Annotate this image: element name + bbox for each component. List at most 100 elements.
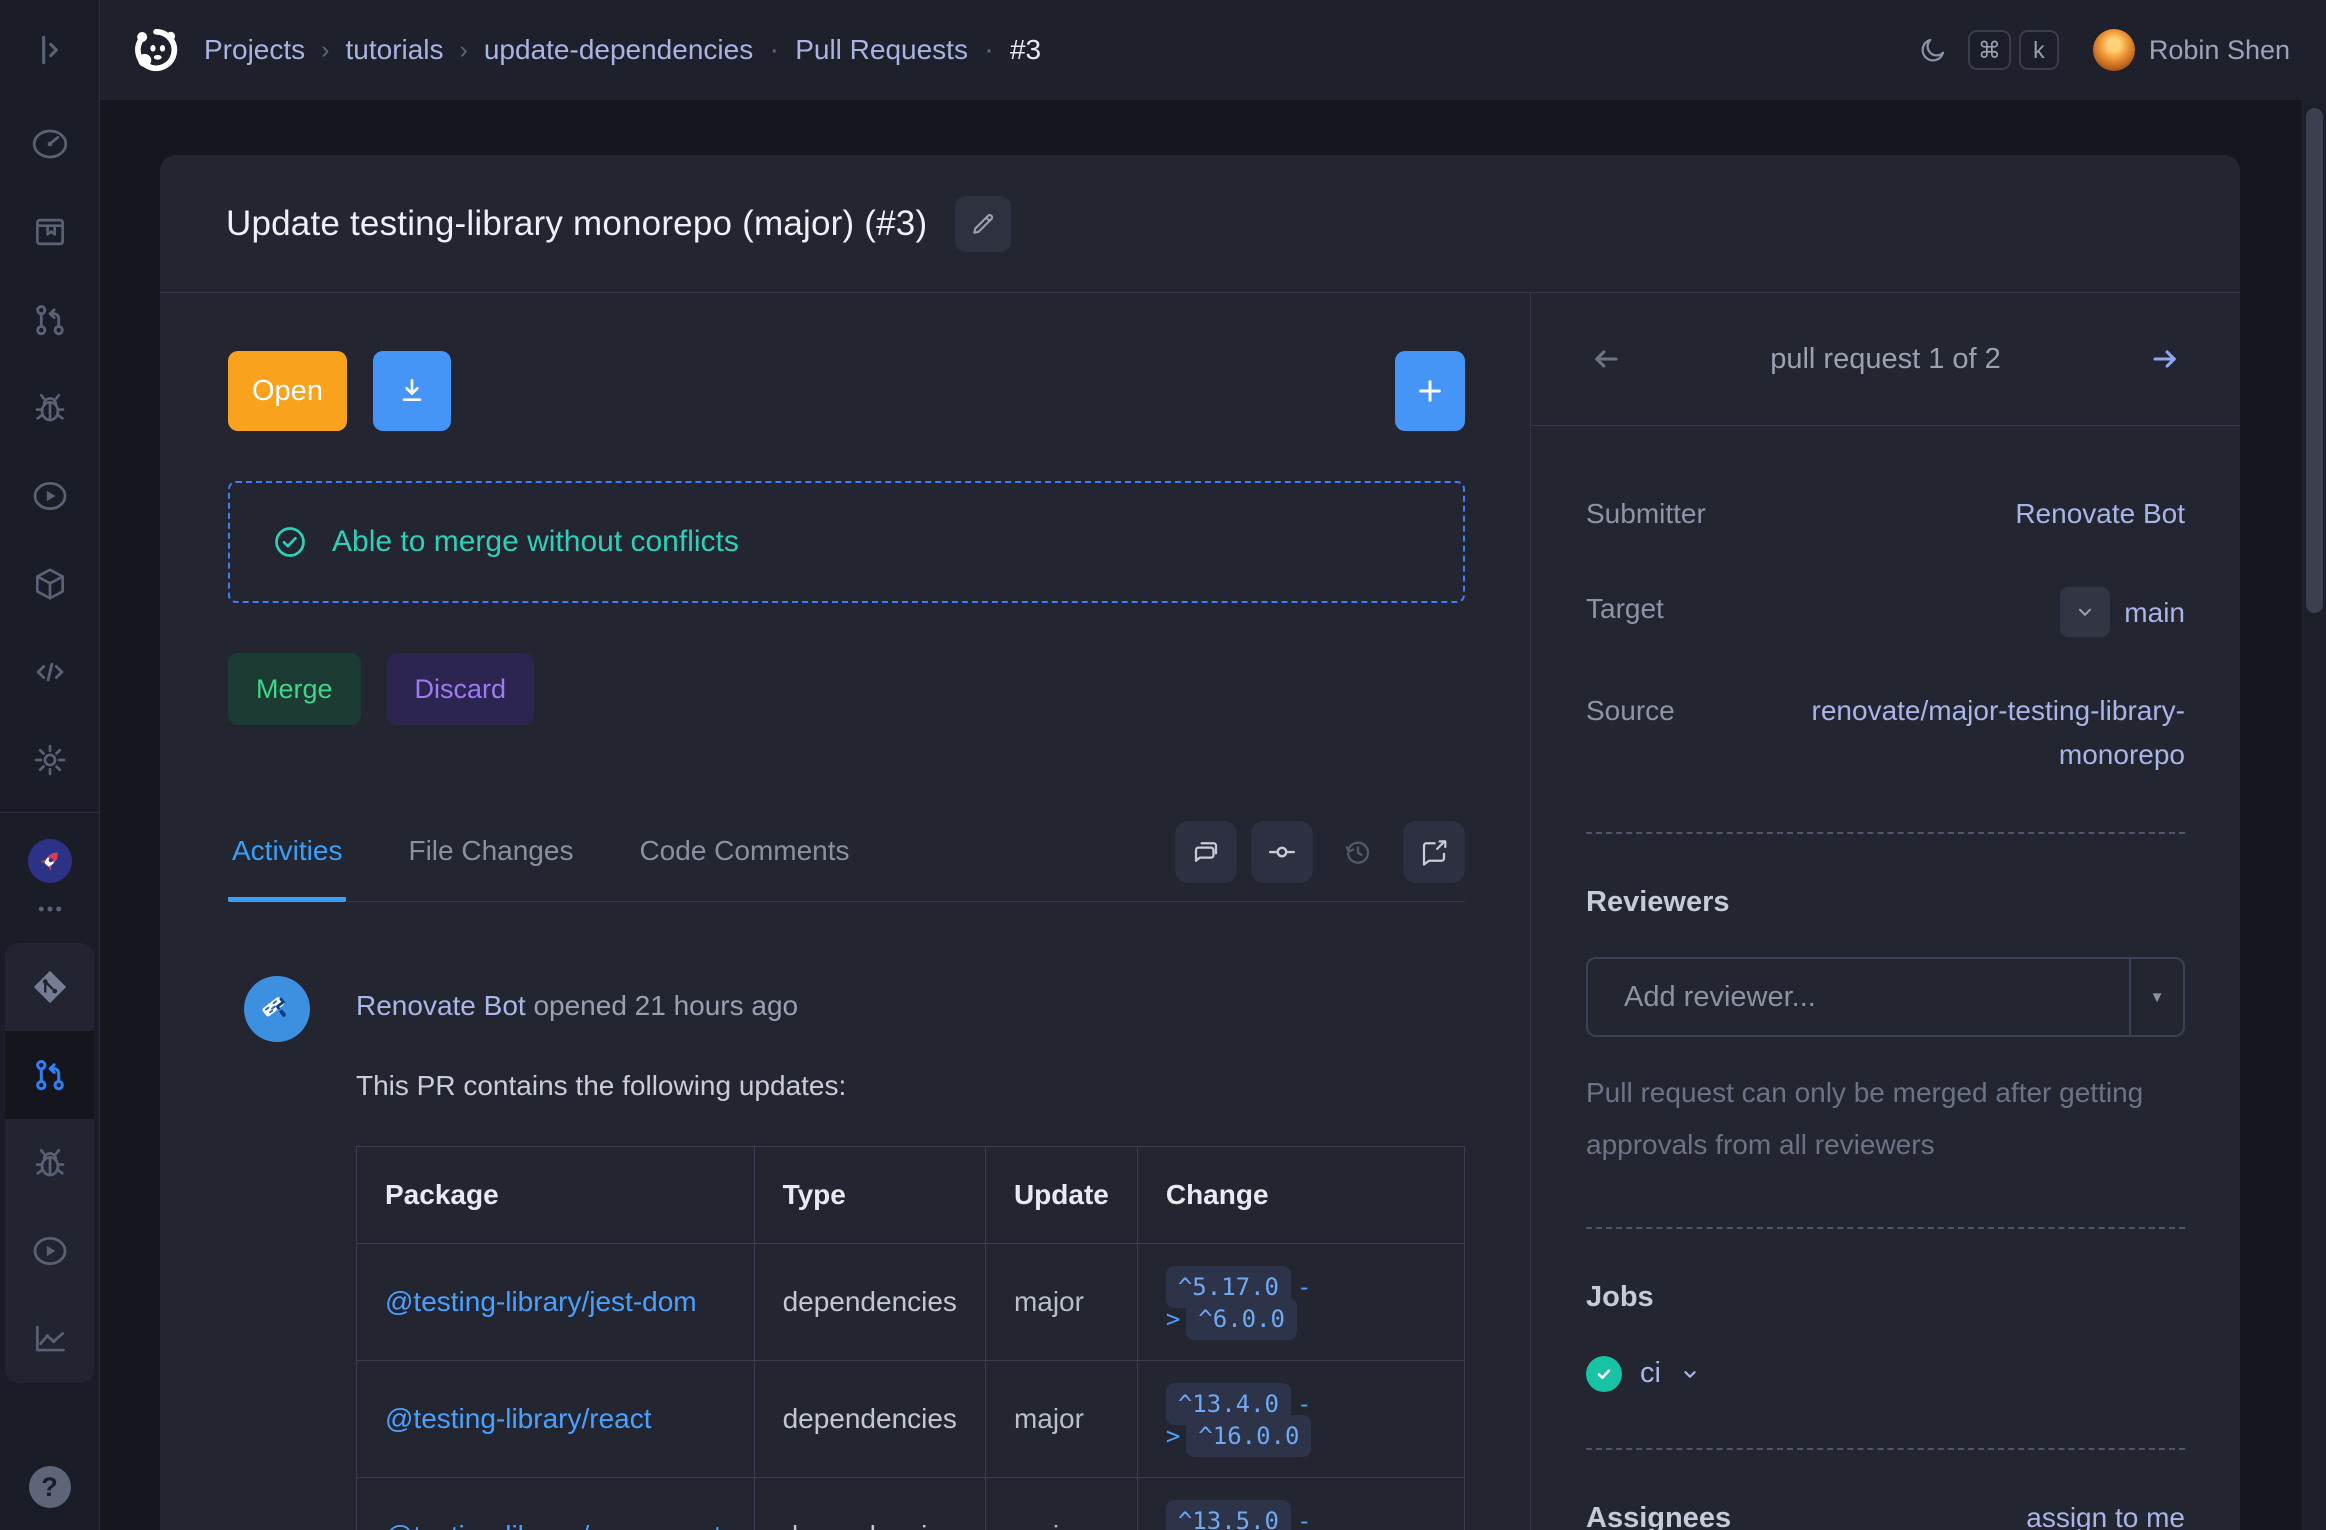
target-branch-dropdown-button[interactable] bbox=[2060, 587, 2110, 637]
project-more-button[interactable] bbox=[0, 889, 100, 929]
sidebar-item-project-pull-requests[interactable] bbox=[5, 1031, 94, 1119]
theme-toggle-button[interactable] bbox=[1918, 35, 1948, 65]
tab-code-comments[interactable]: Code Comments bbox=[635, 835, 853, 902]
sidebar-item-packages[interactable] bbox=[0, 540, 100, 628]
target-branch-link[interactable]: main bbox=[2124, 591, 2185, 634]
pr-pager-label: pull request 1 of 2 bbox=[1623, 343, 2148, 376]
breadcrumb-projects[interactable]: Projects bbox=[204, 34, 305, 66]
sidebar-item-project-stats[interactable] bbox=[5, 1295, 94, 1383]
submitter-label: Submitter bbox=[1586, 492, 1706, 530]
package-link[interactable]: @testing-library/jest-dom bbox=[385, 1286, 697, 1317]
download-icon bbox=[396, 375, 428, 407]
breadcrumb-repo-group[interactable]: tutorials bbox=[345, 34, 443, 66]
comments-icon bbox=[1191, 837, 1221, 867]
project-avatar-rocket[interactable] bbox=[28, 839, 72, 883]
pull-request-card: Update testing-library monorepo (major) … bbox=[160, 155, 2240, 1530]
update-kind-cell: major bbox=[985, 1478, 1137, 1530]
page-scrollbar-track[interactable] bbox=[2302, 100, 2326, 1530]
sidebar-item-git-repo[interactable] bbox=[5, 943, 94, 1031]
job-expand-chevron-icon[interactable] bbox=[1679, 1363, 1701, 1385]
command-palette-shortcut[interactable]: ⌘ k bbox=[1968, 30, 2059, 70]
merge-status-text: Able to merge without conflicts bbox=[332, 525, 739, 559]
source-branch-link[interactable]: renovate/major-testing-library-monorepo bbox=[1715, 689, 2185, 776]
change-cell: ^13.5.0->^14.0.0 bbox=[1137, 1478, 1464, 1530]
history-clock-icon bbox=[1343, 837, 1373, 867]
breadcrumb-chevron: › bbox=[321, 36, 329, 65]
history-button[interactable] bbox=[1327, 821, 1389, 883]
pull-request-icon bbox=[31, 1056, 69, 1094]
breadcrumb-pull-requests[interactable]: Pull Requests bbox=[795, 34, 968, 66]
download-patch-button[interactable] bbox=[373, 351, 451, 431]
table-row: @testing-library/user-event dependencies… bbox=[357, 1478, 1465, 1530]
check-circle-icon bbox=[272, 524, 308, 560]
user-menu[interactable]: Robin Shen bbox=[2093, 29, 2290, 71]
merge-button[interactable]: Merge bbox=[228, 653, 361, 725]
version-to-chip: ^16.0.0 bbox=[1186, 1415, 1311, 1457]
version-from-chip: ^13.5.0 bbox=[1166, 1500, 1291, 1530]
sidebar-item-settings[interactable] bbox=[0, 716, 100, 804]
bug-icon bbox=[31, 389, 69, 427]
package-link[interactable]: @testing-library/react bbox=[385, 1403, 652, 1434]
update-kind-cell: major bbox=[985, 1244, 1137, 1361]
job-name: ci bbox=[1640, 1357, 1661, 1390]
user-avatar bbox=[2093, 29, 2135, 71]
tab-file-changes[interactable]: File Changes bbox=[404, 835, 577, 902]
sidebar-divider bbox=[0, 812, 99, 813]
dep-type-cell: dependencies bbox=[754, 1244, 985, 1361]
open-in-new-button[interactable] bbox=[1403, 821, 1465, 883]
bug-icon bbox=[31, 1144, 69, 1182]
discard-button[interactable]: Discard bbox=[387, 653, 535, 725]
add-comment-button[interactable] bbox=[1395, 351, 1465, 431]
pr-state-badge: Open bbox=[228, 351, 347, 431]
previous-pr-button[interactable] bbox=[1589, 342, 1623, 376]
submitter-value-link[interactable]: Renovate Bot bbox=[2015, 492, 2185, 535]
arrow-right-icon bbox=[2148, 342, 2182, 376]
job-ci-row[interactable]: ci bbox=[1586, 1356, 2185, 1392]
add-reviewer-select[interactable]: Add reviewer... ▼ bbox=[1586, 957, 2185, 1037]
change-cell: ^5.17.0->^6.0.0 bbox=[1137, 1244, 1464, 1361]
next-pr-button[interactable] bbox=[2148, 342, 2182, 376]
app-logo-panda-icon[interactable] bbox=[130, 24, 182, 76]
dep-type-cell: dependencies bbox=[754, 1361, 985, 1478]
pr-side-panel: pull request 1 of 2 Submitter Renovate B… bbox=[1530, 293, 2240, 1530]
edit-title-button[interactable] bbox=[955, 196, 1011, 252]
breadcrumb-chevron: › bbox=[460, 36, 468, 65]
sidebar-item-docs[interactable] bbox=[0, 188, 100, 276]
panel-divider bbox=[1586, 832, 2185, 834]
toggle-comments-button[interactable] bbox=[1175, 821, 1237, 883]
sidebar-item-pull-requests[interactable] bbox=[0, 276, 100, 364]
breadcrumb-repo[interactable]: update-dependencies bbox=[484, 34, 753, 66]
col-header-change: Change bbox=[1137, 1147, 1464, 1244]
table-row: @testing-library/react dependencies majo… bbox=[357, 1361, 1465, 1478]
table-row: @testing-library/jest-dom dependencies m… bbox=[357, 1244, 1465, 1361]
sidebar-item-dashboard[interactable] bbox=[0, 100, 100, 188]
moon-icon bbox=[1918, 35, 1948, 65]
package-link[interactable]: @testing-library/user-event bbox=[385, 1520, 722, 1530]
sidebar-expand-button[interactable] bbox=[0, 20, 99, 80]
breadcrumb-pr-number: #3 bbox=[1010, 34, 1041, 66]
assignees-heading: Assignees bbox=[1586, 1502, 1731, 1530]
play-circle-icon bbox=[31, 1232, 69, 1270]
sidebar-item-builds[interactable] bbox=[0, 452, 100, 540]
help-button[interactable]: ? bbox=[29, 1466, 71, 1508]
paint-roller-icon bbox=[257, 989, 297, 1029]
sidebar-item-issues[interactable] bbox=[0, 364, 100, 452]
dashboard-gauge-icon bbox=[31, 125, 69, 163]
page-scrollbar-thumb[interactable] bbox=[2306, 108, 2323, 613]
arrow-left-icon bbox=[1589, 342, 1623, 376]
sidebar-item-code[interactable] bbox=[0, 628, 100, 716]
rocket-icon bbox=[36, 847, 64, 875]
target-label: Target bbox=[1586, 587, 1664, 625]
col-header-update: Update bbox=[985, 1147, 1137, 1244]
assign-to-me-link[interactable]: assign to me bbox=[2026, 1502, 2185, 1530]
toggle-commits-button[interactable] bbox=[1251, 821, 1313, 883]
comment-author-link[interactable]: Renovate Bot bbox=[356, 990, 526, 1021]
tab-activities[interactable]: Activities bbox=[228, 835, 346, 902]
breadcrumb-dot: · bbox=[984, 35, 994, 65]
dep-type-cell: dependencies bbox=[754, 1478, 985, 1530]
sidebar-item-project-builds[interactable] bbox=[5, 1207, 94, 1295]
add-reviewer-placeholder: Add reviewer... bbox=[1588, 981, 2129, 1014]
sidebar-item-project-issues[interactable] bbox=[5, 1119, 94, 1207]
table-header-row: Package Type Update Change bbox=[357, 1147, 1465, 1244]
package-icon bbox=[31, 565, 69, 603]
